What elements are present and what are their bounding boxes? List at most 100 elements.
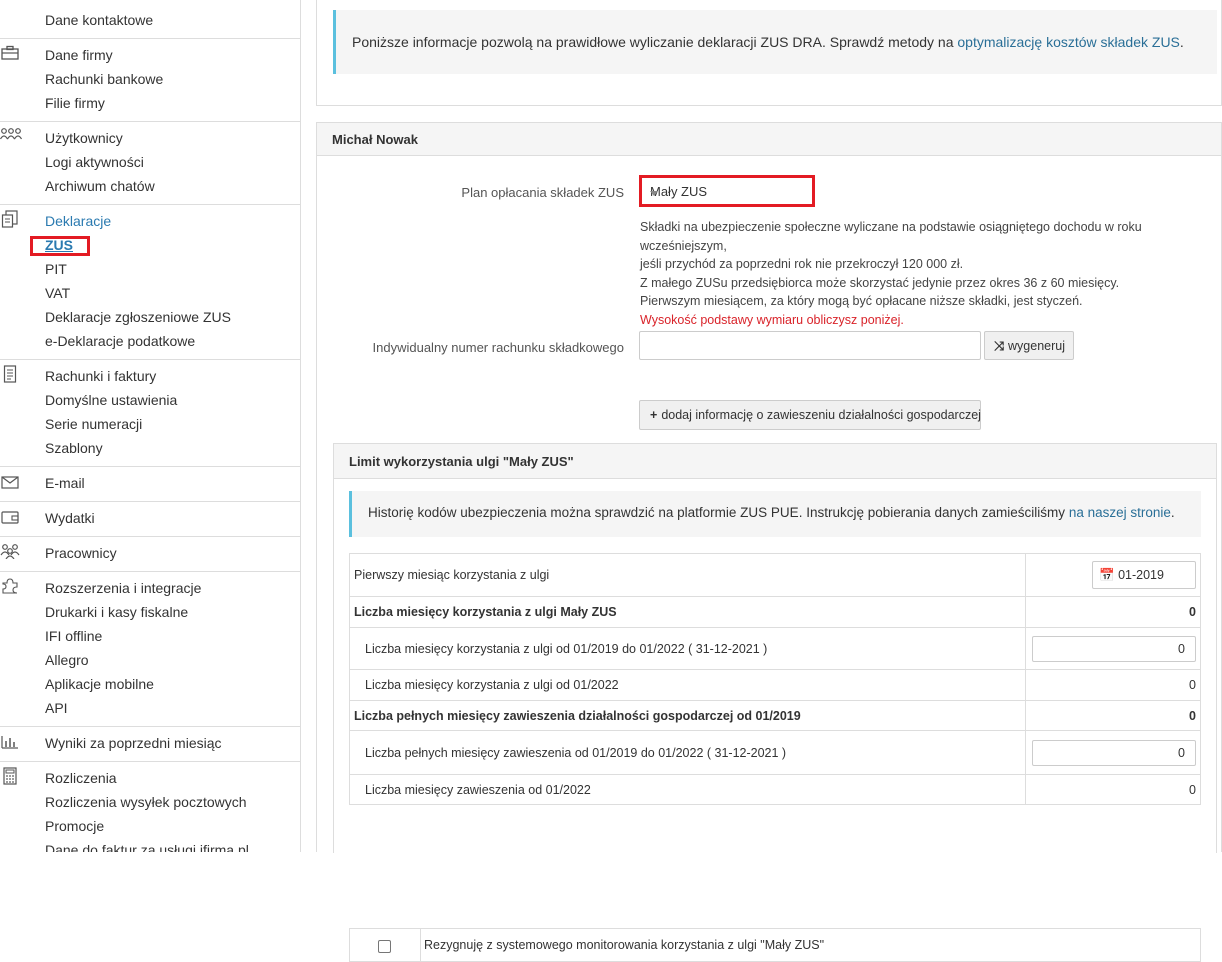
limit-title: Limit wykorzystania ulgi "Mały ZUS"	[349, 454, 574, 469]
row-label: Pierwszy miesiąc korzystania z ulgi	[349, 553, 1026, 597]
chevron-down-icon	[650, 191, 658, 196]
sidebar-item-vat[interactable]: VAT	[45, 285, 70, 301]
sidebar-item-archiwum-chatow[interactable]: Archiwum chatów	[45, 178, 155, 194]
sidebar-item-rozliczenia[interactable]: Rozliczenia	[45, 770, 117, 786]
sidebar-group-settlements: Rozliczenia Rozliczenia wysyłek pocztowy…	[0, 762, 300, 852]
declarations-icon	[0, 210, 20, 230]
plan-description-line: jeśli przychód za poprzedni rok nie prze…	[640, 257, 964, 271]
row-value: 0	[1025, 774, 1201, 805]
plus-icon: +	[650, 408, 658, 422]
opt-out-label: Rezygnuję z systemowego monitorowania ko…	[424, 938, 825, 952]
sidebar-item-zus[interactable]: ZUS	[45, 237, 73, 253]
row-label: Liczba miesięcy korzystania z ulgi Mały …	[349, 596, 1026, 628]
sidebar-item-rachunki-i-faktury[interactable]: Rachunki i faktury	[45, 368, 156, 384]
months-used-2019-2022-input[interactable]: 0	[1032, 635, 1196, 662]
sidebar-item-pit[interactable]: PIT	[45, 261, 67, 277]
row-value: 0	[1025, 700, 1201, 731]
suspension-months-2019-2022-input[interactable]: 0	[1032, 739, 1196, 766]
sidebar-group-invoices: Rachunki i faktury Domyślne ustawienia S…	[0, 360, 300, 467]
zus-pue-info: Historię kodów ubezpieczenia można spraw…	[349, 491, 1201, 537]
zus-dra-info-end: .	[1179, 34, 1184, 50]
plan-description-line: Składki na ubezpieczenie społeczne wylic…	[640, 220, 1142, 253]
plan-select[interactable]: Mały ZUS	[639, 175, 815, 207]
invoice-icon	[0, 365, 20, 385]
sidebar-item-logi-aktywnosci[interactable]: Logi aktywności	[45, 154, 144, 170]
sidebar-item-wydatki[interactable]: Wydatki	[45, 510, 95, 526]
sidebar-item-dane-firmy[interactable]: Dane firmy	[45, 47, 113, 63]
row-value: 0	[1025, 596, 1201, 628]
zus-dra-info-text: Poniższe informacje pozwolą na prawidłow…	[352, 34, 958, 50]
row-label: Liczba miesięcy korzystania z ulgi od 01…	[349, 669, 1026, 701]
account-number-input[interactable]	[639, 331, 981, 360]
sidebar-item-deklaracje-zgloszeniowe-zus[interactable]: Deklaracje zgłoszeniowe ZUS	[45, 309, 231, 325]
row-value-cell: 📅 01-2019	[1025, 553, 1201, 597]
sidebar-item-rozliczenia-wysylek[interactable]: Rozliczenia wysyłek pocztowych	[45, 794, 247, 810]
plan-description: Składki na ubezpieczenie społeczne wylic…	[640, 218, 1220, 329]
plan-description-line: Pierwszym miesiącem, za który mogą być o…	[640, 294, 1083, 308]
row-value-cell: 0	[1025, 627, 1201, 670]
table-row: Liczba miesięcy korzystania z ulgi Mały …	[349, 596, 1201, 628]
generate-button[interactable]: ⤨ wygeneruj	[984, 331, 1074, 360]
sidebar-item-rachunki-bankowe[interactable]: Rachunki bankowe	[45, 71, 163, 87]
sidebar-item-aplikacje-mobilne[interactable]: Aplikacje mobilne	[45, 676, 154, 692]
briefcase-icon	[0, 45, 20, 65]
plan-label: Plan opłacania składek ZUS	[461, 185, 624, 200]
sidebar-group-declarations: Deklaracje PIT VAT Deklaracje zgłoszenio…	[0, 205, 300, 360]
shuffle-icon: ⤨	[994, 339, 1005, 353]
sidebar-item-uzytkownicy[interactable]: Użytkownicy	[45, 130, 123, 146]
table-row: Liczba miesięcy korzystania z ulgi od 01…	[349, 669, 1201, 701]
sidebar-item-filie-firmy[interactable]: Filie firmy	[45, 95, 105, 111]
sidebar-item-serie-numeracji[interactable]: Serie numeracji	[45, 416, 142, 432]
opt-out-checkbox[interactable]	[378, 940, 391, 953]
our-page-link[interactable]: na naszej stronie	[1069, 505, 1171, 520]
sidebar-item-szablony[interactable]: Szablony	[45, 440, 103, 456]
row-value: 0	[1025, 669, 1201, 701]
sidebar-item-rozszerzenia[interactable]: Rozszerzenia i integracje	[45, 580, 201, 596]
sidebar-item-promocje[interactable]: Promocje	[45, 818, 104, 834]
sidebar-group-results: Wyniki za poprzedni miesiąc	[0, 727, 300, 762]
main-content: Poniższe informacje pozwolą na prawidłow…	[316, 0, 1222, 962]
sidebar-item-drukarki[interactable]: Drukarki i kasy fiskalne	[45, 604, 188, 620]
bar-chart-icon	[0, 734, 20, 754]
optimization-link[interactable]: optymalizację kosztów składek ZUS	[957, 34, 1180, 50]
sidebar-item-wyniki[interactable]: Wyniki za poprzedni miesiąc	[45, 735, 222, 751]
limit-table: Pierwszy miesiąc korzystania z ulgi 📅 01…	[349, 553, 1201, 805]
first-month-date-value: 01-2019	[1118, 568, 1164, 582]
row-value-cell: 0	[1025, 730, 1201, 775]
add-suspension-button[interactable]: + dodaj informację o zawieszeniu działaln…	[639, 400, 981, 430]
person-panel: Michał Nowak Plan opłacania składek ZUS …	[316, 122, 1222, 962]
person-panel-header: Michał Nowak	[317, 123, 1221, 156]
table-row: Liczba miesięcy korzystania z ulgi od 01…	[349, 627, 1201, 670]
sidebar-item-ifi-offline[interactable]: IFI offline	[45, 628, 102, 644]
sidebar-group-email: E-mail	[0, 467, 300, 502]
person-name: Michał Nowak	[332, 132, 418, 147]
first-month-date-input[interactable]: 📅 01-2019	[1092, 561, 1196, 589]
sidebar-item-pracownicy[interactable]: Pracownicy	[45, 545, 117, 561]
account-label: Indywidualny numer rachunku składkowego	[372, 340, 624, 355]
sidebar-item-domyslne-ustawienia[interactable]: Domyślne ustawienia	[45, 392, 177, 408]
zus-dra-info: Poniższe informacje pozwolą na prawidłow…	[333, 10, 1217, 74]
sidebar-item-allegro[interactable]: Allegro	[45, 652, 89, 668]
sidebar-item-dane-do-faktur[interactable]: Dane do faktur za usługi ifirma.pl	[45, 842, 249, 852]
table-row: Liczba miesięcy zawieszenia od 01/2022 0	[349, 774, 1201, 805]
sidebar-item-e-deklaracje-podatkowe[interactable]: e-Deklaracje podatkowe	[45, 333, 195, 349]
sidebar-item-deklaracje[interactable]: Deklaracje	[45, 213, 111, 229]
generate-button-label: wygeneruj	[1008, 339, 1065, 353]
sidebar: Dane kontaktowe Dane firmy Rachunki bank…	[0, 0, 301, 852]
row-label: Liczba miesięcy zawieszenia od 01/2022	[349, 774, 1026, 805]
row-label: Liczba pełnych miesięcy zawieszenia od 0…	[349, 730, 1026, 775]
sidebar-group-users: Użytkownicy Logi aktywności Archiwum cha…	[0, 122, 300, 205]
checkbox-cell	[350, 929, 421, 961]
add-suspension-label: dodaj informację o zawieszeniu działalno…	[661, 408, 981, 422]
calculator-icon	[0, 767, 20, 787]
opt-out-row: Rezygnuję z systemowego monitorowania ko…	[349, 928, 1201, 962]
zus-pue-info-end: .	[1170, 505, 1175, 520]
info-panel: Poniższe informacje pozwolą na prawidłow…	[316, 0, 1222, 106]
sidebar-group-extensions: Rozszerzenia i integracje Drukarki i kas…	[0, 572, 300, 727]
sidebar-group-employees: Pracownicy	[0, 537, 300, 572]
puzzle-icon	[0, 577, 20, 597]
row-label: Liczba pełnych miesięcy zawieszenia dzia…	[349, 700, 1026, 731]
sidebar-item-email[interactable]: E-mail	[45, 475, 85, 491]
sidebar-item-api[interactable]: API	[45, 700, 68, 716]
sidebar-item-dane-kontaktowe[interactable]: Dane kontaktowe	[45, 12, 153, 28]
